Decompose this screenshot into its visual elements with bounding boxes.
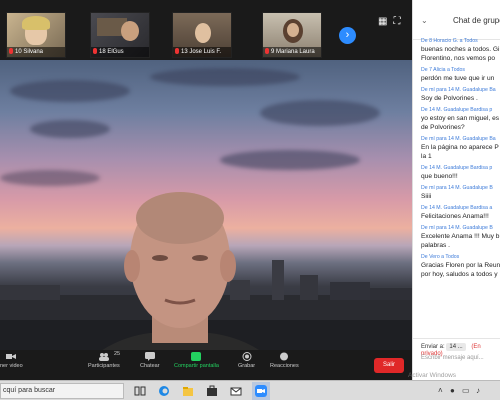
start-video-button[interactable]: ner video [0, 352, 23, 369]
message-text: Florentino, nos vemos po [421, 55, 496, 62]
message-sender: De mí para 14 M. Guadalupe Ba [421, 136, 496, 142]
video-camera-icon [6, 354, 17, 359]
participants-label: Participantes [88, 363, 120, 369]
participant-name: 13 Jose Luis F. [181, 49, 222, 55]
message-sender: De 14 M. Guadalupe Bardisa a [421, 205, 493, 211]
record-label: Grabar [238, 363, 256, 369]
task-view-icon[interactable] [134, 385, 146, 397]
message-text: palabras . [421, 242, 450, 249]
chat-message: De mí para 14 M. Guadalupe B Siiii [413, 185, 500, 201]
message-text: Felicitaciones Anama!!! [421, 213, 489, 220]
file-explorer-icon[interactable] [182, 385, 194, 397]
network-icon[interactable]: ▭ [462, 386, 470, 395]
participant-name: 10 Silvana [15, 49, 44, 55]
zoom-taskbar-active[interactable] [252, 382, 270, 400]
mail-icon[interactable] [230, 385, 242, 397]
participants-count: 25 [114, 351, 121, 357]
speaker-person [102, 192, 259, 350]
fullscreen-icon[interactable]: ⛶ [393, 16, 406, 27]
message-sender: De mí para 14 M. Guadalupe Ba [421, 87, 496, 93]
view-controls: ▦⛶ [378, 16, 406, 27]
chat-message-input[interactable]: Escribir mensaje aquí... [421, 355, 484, 361]
message-sender: De 14 M. Guadalupe Bardisa p [421, 107, 493, 113]
message-sender: De mí para 14 M. Guadalupe B [421, 225, 493, 231]
chat-message: De mí para 14 M. Guadalupe Ba En la pági… [413, 136, 500, 161]
windows-taskbar: cquí para buscar ˄ ● ▭ ♪ [0, 380, 500, 400]
message-sender: De Vero a Todos [421, 254, 460, 260]
share-screen-button[interactable]: Compartir pantalla [174, 352, 219, 369]
participants-icon [98, 353, 109, 361]
participant-thumbnail[interactable]: 10 Silvana [6, 12, 66, 58]
chat-button[interactable]: Chatear [140, 352, 160, 369]
chevron-right-icon: › [345, 29, 350, 41]
reactions-button[interactable]: Reacciones [270, 352, 299, 369]
chat-message: De 14 M. Guadalupe Bardisa p que bueno!!… [413, 165, 500, 181]
chat-header: ⌄ Chat de grupo [413, 0, 500, 40]
send-to-label: Enviar a: [421, 344, 445, 350]
taskbar-search-input[interactable]: cquí para buscar [0, 383, 124, 399]
edge-icon[interactable] [158, 385, 170, 397]
message-text: que bueno!!! [421, 173, 458, 180]
meeting-toolbar: ner video Participantes 25 Chatear Compa… [0, 350, 412, 380]
share-screen-icon [191, 352, 202, 361]
message-text: por hoy, saludos a todos y [421, 271, 498, 278]
share-label: Compartir pantalla [174, 363, 219, 369]
participant-thumbnail[interactable]: 18 ElGus [90, 12, 150, 58]
zoom-meeting-window: 10 Silvana 18 ElGus 13 Jose Luis F. 9 Ma… [0, 0, 500, 400]
message-sender: De 7 Alicia a Todos [421, 67, 466, 73]
next-page-button[interactable]: › [339, 27, 356, 44]
chat-message-list[interactable]: De 8 Horacio G. a Todos buenas noches a … [413, 38, 500, 283]
record-icon [242, 352, 252, 361]
reactions-label: Reacciones [270, 363, 299, 369]
message-text: de Polvorines? [421, 124, 465, 131]
message-text: En la página no aparece P [421, 144, 499, 151]
active-speaker-video [0, 60, 412, 350]
message-text: Siiii [421, 193, 432, 200]
message-sender: De 8 Horacio G. a Todos [421, 38, 478, 44]
muted-mic-icon [93, 48, 97, 55]
chat-title: Chat de grupo [453, 16, 500, 25]
activate-windows-watermark: Activar Windows [408, 372, 457, 379]
video-label: ner video [0, 363, 23, 369]
chat-message: De 14 M. Guadalupe Bardisa p yo estoy en… [413, 107, 500, 132]
muted-mic-icon [175, 48, 179, 55]
message-text: la 1 [421, 153, 432, 160]
leave-meeting-button[interactable]: Salir [374, 358, 404, 373]
participant-thumbnail-strip: 10 Silvana 18 ElGus 13 Jose Luis F. 9 Ma… [0, 0, 412, 60]
chat-message: De Vero a Todos Gracias Floren por la Re… [413, 254, 500, 279]
participant-name: 18 ElGus [99, 49, 124, 55]
chat-label: Chatear [140, 363, 160, 369]
zoom-app-icon [255, 385, 267, 397]
participant-thumbnail[interactable]: 9 Mariana Laura [262, 12, 322, 58]
message-text: yo estoy en san miguel, es [421, 115, 500, 122]
chat-icon [144, 352, 155, 361]
message-text: Soy de Polvorines . [421, 95, 478, 102]
recipient-select[interactable]: 14 ... [446, 343, 466, 351]
message-text: perdón me tuve que ir un [421, 75, 495, 82]
message-text: buenas noches a todos. Gi [421, 46, 500, 53]
muted-mic-icon [265, 48, 269, 55]
chat-message: De 14 M. Guadalupe Bardisa a Felicitacio… [413, 205, 500, 221]
chevron-down-icon[interactable]: ⌄ [421, 16, 428, 25]
chat-message: De 8 Horacio G. a Todos buenas noches a … [413, 38, 500, 63]
chat-panel: ⌄ Chat de grupo De 8 Horacio G. a Todos … [412, 0, 500, 380]
participant-thumbnail[interactable]: 13 Jose Luis F. [172, 12, 232, 58]
participant-name: 9 Mariana Laura [271, 49, 315, 55]
chat-message: De 7 Alicia a Todos perdón me tuve que i… [413, 67, 500, 83]
muted-mic-icon [9, 48, 13, 55]
message-sender: De mí para 14 M. Guadalupe B [421, 185, 493, 191]
volume-icon[interactable]: ♪ [476, 386, 480, 395]
message-sender: De 14 M. Guadalupe Bardisa p [421, 165, 493, 171]
store-icon[interactable] [206, 385, 218, 397]
message-text: Excelente Anama !!! Muy b [421, 233, 500, 240]
video-area: 10 Silvana 18 ElGus 13 Jose Luis F. 9 Ma… [0, 0, 412, 350]
message-text: Gracias Floren por la Reun [421, 262, 500, 269]
chevron-up-icon[interactable]: ˄ [438, 386, 443, 395]
chat-message: De mí para 14 M. Guadalupe Ba Soy de Pol… [413, 87, 500, 103]
gallery-view-icon[interactable]: ▦ [378, 16, 393, 27]
microphone-icon[interactable]: ● [450, 386, 455, 395]
smiley-icon [280, 352, 289, 361]
record-button[interactable]: Grabar [238, 352, 255, 369]
chat-message: De mí para 14 M. Guadalupe B Excelente A… [413, 225, 500, 250]
